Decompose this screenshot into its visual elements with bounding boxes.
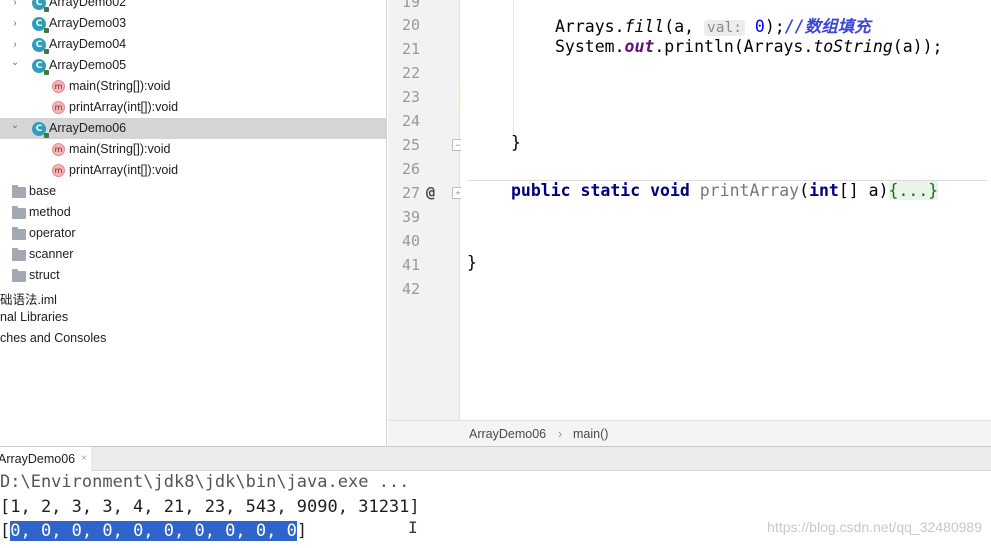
line-number: 22 [401, 64, 420, 82]
tree-item-label: 础语法.iml [0, 293, 57, 307]
run-console[interactable]: D:\Environment\jdk8\jdk\bin\java.exe ...… [0, 471, 991, 548]
text-cursor-icon: I [408, 518, 418, 537]
line-number: 41 [401, 256, 420, 274]
tree-item-label: scanner [29, 247, 74, 261]
tree-item-label: ches and Consoles [0, 331, 107, 345]
class-icon: C [32, 0, 49, 12]
run-tool-window-tabs: ArrayDemo06 × [0, 446, 991, 471]
editor-gutter: 19 20 21 22 23 24 25 26 27 39 40 41 42 @ [388, 0, 460, 420]
breadcrumb-method[interactable]: main() [573, 427, 608, 441]
tree-item-method-printarray[interactable]: m printArray(int[]):void [0, 97, 386, 118]
line-number: 40 [401, 232, 420, 250]
code-line-41: } [467, 253, 477, 272]
tree-item-scratches-consoles[interactable]: ches and Consoles [0, 328, 386, 349]
tree-item-package-scanner[interactable]: scanner [0, 244, 386, 265]
tree-item-arraydemo06[interactable]: ⌄ C ArrayDemo06 [0, 118, 386, 139]
tree-item-label: ArrayDemo03 [49, 16, 127, 30]
console-output-line-selected: [0, 0, 0, 0, 0, 0, 0, 0, 0, 0] [0, 521, 308, 541]
tree-item-label: nal Libraries [0, 310, 69, 324]
tree-item-arraydemo05[interactable]: ⌄ C ArrayDemo05 [0, 55, 386, 76]
tree-item-label: operator [29, 226, 76, 240]
method-icon: m [52, 101, 65, 114]
tree-item-label: main(String[]):void [69, 142, 171, 156]
line-number: 39 [401, 208, 420, 226]
project-tree: › C ArrayDemo02 › C ArrayDemo03 › C Arra… [0, 0, 387, 446]
class-icon: C [32, 17, 49, 33]
tree-item-iml-file[interactable]: 础语法.iml [0, 286, 386, 307]
tree-item-package-base[interactable]: base [0, 181, 386, 202]
package-folder-icon [12, 227, 26, 240]
folded-code-block[interactable]: {...} [888, 181, 939, 200]
tree-item-package-struct[interactable]: struct [0, 265, 386, 286]
collapse-arrow-icon[interactable]: ⌄ [10, 58, 20, 68]
line-number: 20 [401, 16, 420, 34]
tree-item-method-printarray[interactable]: m printArray(int[]):void [0, 160, 386, 181]
watermark: https://blog.csdn.net/qq_32480989 [767, 519, 982, 535]
breadcrumb-class[interactable]: ArrayDemo06 [469, 427, 546, 441]
tree-item-label: printArray(int[]):void [69, 100, 179, 114]
breadcrumb-separator-icon: › [558, 427, 563, 441]
tree-item-method-main[interactable]: m main(String[]):void [0, 139, 386, 160]
class-icon: C [32, 122, 49, 138]
line-number: 24 [401, 112, 420, 130]
tree-item-label: struct [29, 268, 60, 282]
override-marker-icon[interactable]: @ [426, 183, 435, 201]
method-icon: m [52, 164, 65, 177]
package-folder-icon [12, 185, 26, 198]
text-selection[interactable]: 0, 0, 0, 0, 0, 0, 0, 0, 0, 0 [10, 521, 297, 541]
console-command-line: D:\Environment\jdk8\jdk\bin\java.exe ... [0, 472, 410, 492]
tree-item-label: base [29, 184, 57, 198]
collapse-arrow-icon[interactable]: ⌄ [10, 121, 20, 131]
class-icon: C [32, 38, 49, 54]
code-line-21: System.out.println(Arrays.toString(a)); [555, 37, 943, 56]
package-folder-icon [12, 206, 26, 219]
tree-item-arraydemo02[interactable]: › C ArrayDemo02 [0, 0, 386, 13]
tree-item-label: method [29, 205, 71, 219]
code-editor[interactable]: Arrays.fill(a, val: 0);//数组填充 System.out… [461, 0, 991, 420]
parameter-hint: val: [704, 20, 745, 36]
method-icon: m [52, 80, 65, 93]
line-number: 27 [401, 184, 420, 202]
breadcrumb: ArrayDemo06 › main() [388, 420, 991, 446]
code-line-27: public static void printArray(int[] a){.… [511, 181, 939, 200]
tree-item-label: ArrayDemo02 [49, 0, 127, 9]
tree-item-label: ArrayDemo04 [49, 37, 127, 51]
line-number: 26 [401, 160, 420, 178]
code-line-25: } [511, 133, 521, 152]
package-folder-icon [12, 269, 26, 282]
tab-arraydemo06[interactable]: ArrayDemo06 × [0, 447, 91, 471]
tree-item-label: main(String[]):void [69, 79, 171, 93]
tree-item-method-main[interactable]: m main(String[]):void [0, 76, 386, 97]
line-number: 42 [401, 280, 420, 298]
tree-item-label: ArrayDemo05 [49, 58, 127, 72]
expand-arrow-icon[interactable]: › [10, 19, 20, 29]
code-line-20: Arrays.fill(a, val: 0);//数组填充 [555, 17, 871, 36]
run-tab-label: ArrayDemo06 [0, 452, 76, 466]
line-number: 21 [401, 40, 420, 58]
package-folder-icon [12, 248, 26, 261]
line-number: 23 [401, 88, 420, 106]
tree-item-label: printArray(int[]):void [69, 163, 179, 177]
tree-item-arraydemo03[interactable]: › C ArrayDemo03 [0, 13, 386, 34]
expand-arrow-icon[interactable]: › [10, 40, 20, 50]
line-number: 25 [401, 136, 420, 154]
close-icon[interactable]: × [81, 452, 87, 471]
line-number: 19 [401, 0, 420, 11]
tree-item-package-operator[interactable]: operator [0, 223, 386, 244]
method-icon: m [52, 143, 65, 156]
tree-item-arraydemo04[interactable]: › C ArrayDemo04 [0, 34, 386, 55]
tree-item-label: ArrayDemo06 [49, 121, 127, 135]
console-output-line: [1, 2, 3, 3, 4, 21, 23, 543, 9090, 31231… [0, 497, 420, 517]
tree-item-external-libraries[interactable]: nal Libraries [0, 307, 386, 328]
tree-item-package-method[interactable]: method [0, 202, 386, 223]
indent-guide [513, 0, 514, 136]
class-icon: C [32, 59, 49, 75]
expand-arrow-icon[interactable]: › [10, 0, 20, 8]
